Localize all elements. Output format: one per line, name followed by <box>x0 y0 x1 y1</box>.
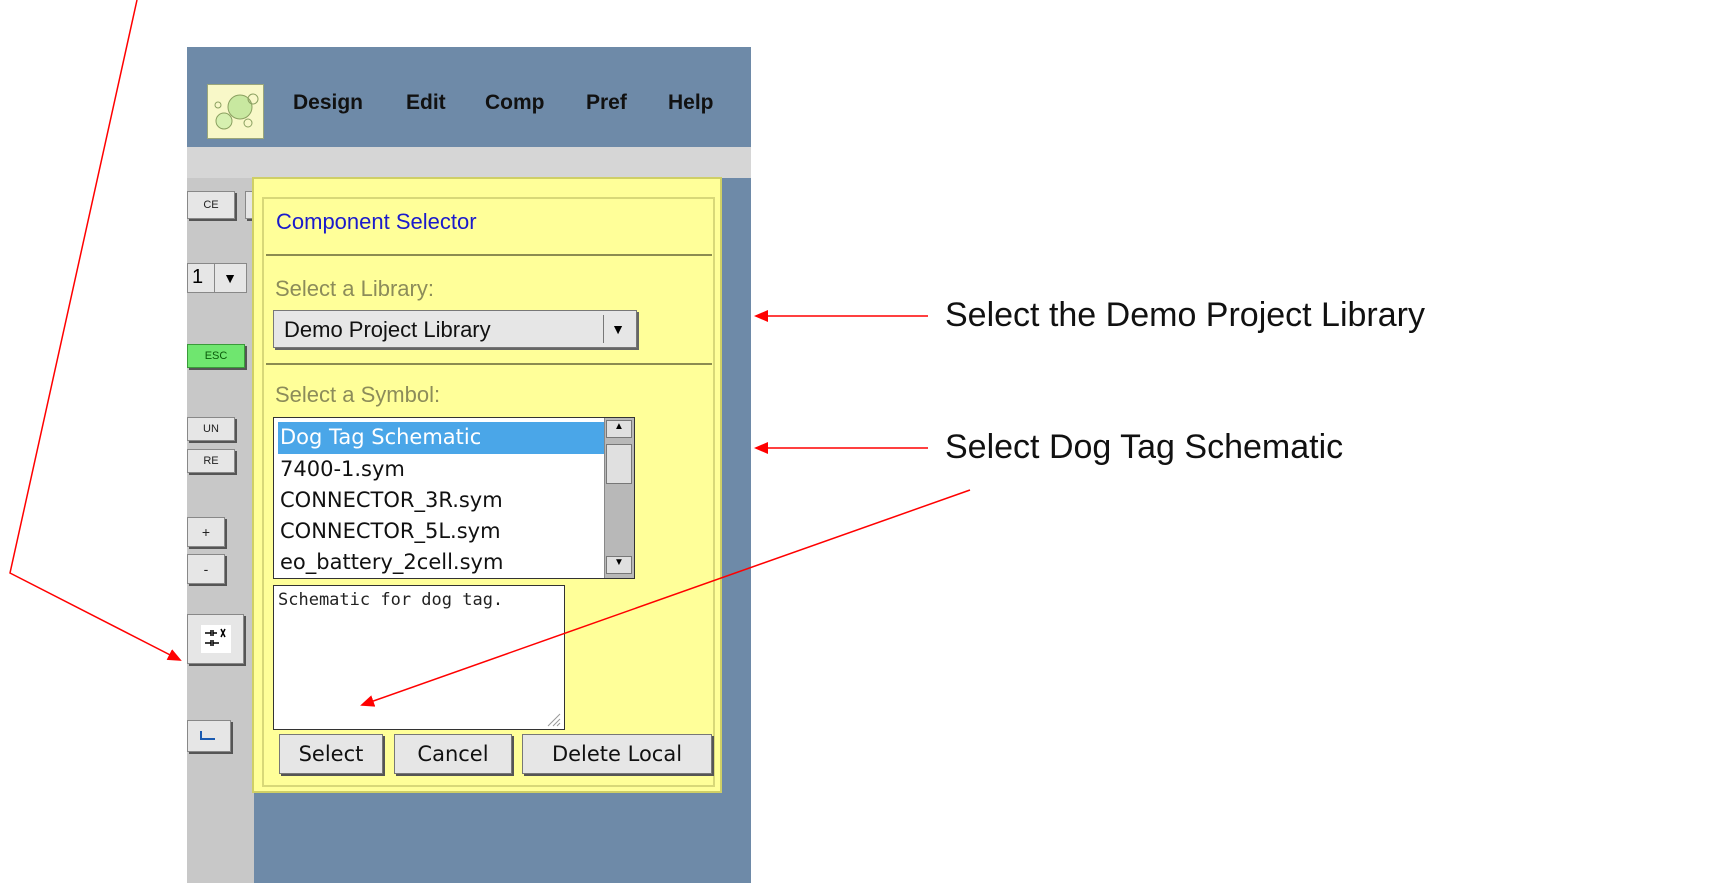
arrow-to-select-button <box>360 489 971 707</box>
arrow-to-component-button <box>9 0 182 661</box>
annotation-arrows <box>9 0 971 707</box>
annotation-symbol: Select Dog Tag Schematic <box>945 428 1344 466</box>
annotation-library: Select the Demo Project Library <box>945 296 1425 334</box>
